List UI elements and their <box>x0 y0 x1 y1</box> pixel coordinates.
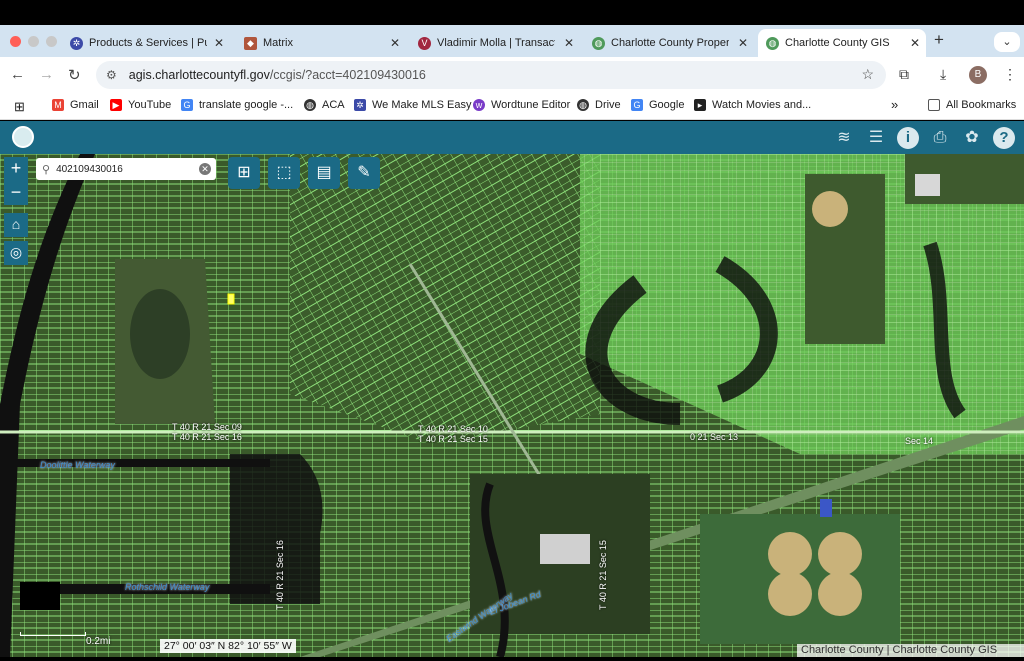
bookmarks-overflow-button[interactable]: » <box>891 97 898 112</box>
play-icon: ▸ <box>694 99 706 111</box>
browser-tab[interactable]: V Vladimir Molla | Transactic ✕ <box>410 29 580 57</box>
wordtune-icon: w <box>473 99 485 111</box>
map-label-sec09: T 40 R 21 Sec 09 <box>172 422 242 432</box>
browser-toolbar: ← → ↻ ⚙ agis.charlottecountyfl.gov/ccgis… <box>0 57 1024 93</box>
maximize-window-button[interactable] <box>46 36 57 47</box>
map-label-sec15: T 40 R 21 Sec 15 <box>418 434 488 444</box>
basemap-icon[interactable]: ✿ <box>961 127 983 149</box>
new-tab-button[interactable]: + <box>934 30 944 50</box>
youtube-icon: ▶ <box>110 99 122 111</box>
zoom-out-button[interactable]: − <box>4 181 28 205</box>
county-logo <box>12 126 34 148</box>
google-icon: G <box>181 99 193 111</box>
select-grid-tool[interactable]: ⊞ <box>228 157 260 189</box>
back-icon[interactable]: ← <box>10 66 25 83</box>
globe-icon: ◍ <box>304 99 316 111</box>
report-tool[interactable]: ▤ <box>308 157 340 189</box>
browser-tab-active[interactable]: ◍ Charlotte County GIS ✕ <box>758 29 926 57</box>
bookmark-aca[interactable]: ◍ ACA <box>304 99 345 111</box>
bookmark-wordtune[interactable]: w Wordtune Editor <box>473 99 570 111</box>
google-icon: G <box>631 99 643 111</box>
close-tab-icon[interactable]: ✕ <box>564 36 574 50</box>
close-tab-icon[interactable]: ✕ <box>738 36 748 50</box>
browser-tab[interactable]: ◆ Matrix ✕ <box>236 29 406 57</box>
forward-icon[interactable]: → <box>39 66 54 83</box>
site-info-icon[interactable]: ⚙ <box>106 68 117 82</box>
map-label-sec13: 0 21 Sec 13 <box>690 432 739 442</box>
parcel-search-input[interactable] <box>56 163 187 175</box>
browser-tab[interactable]: ✲ Products & Services | Pun ✕ <box>62 29 230 57</box>
apps-grid-icon[interactable]: ⊞ <box>14 99 25 115</box>
profile-avatar[interactable]: B <box>969 66 987 84</box>
legend-list-icon[interactable]: ☰ <box>865 127 887 149</box>
screen-top-bar <box>0 0 1024 25</box>
tab-title: Products & Services | Pun <box>89 37 207 49</box>
gear-icon: ✲ <box>70 36 83 50</box>
screen-bottom-bar <box>0 657 1024 661</box>
minimize-window-button[interactable] <box>28 36 39 47</box>
layers-icon[interactable]: ≋ <box>833 127 855 149</box>
globe-icon: ◍ <box>577 99 589 111</box>
bookmark-translate[interactable]: Gtranslate google -... <box>181 99 293 111</box>
download-icon[interactable]: ⤓ <box>940 66 946 83</box>
browser-tab-strip: ✲ Products & Services | Pun ✕ ◆ Matrix ✕… <box>0 25 1024 57</box>
folder-icon <box>928 99 940 111</box>
map-label-doolittle-waterway: Doolittle Waterway <box>40 460 115 470</box>
menu-icon[interactable]: ⋮ <box>1003 66 1017 83</box>
globe-icon: ◍ <box>766 36 779 50</box>
reload-icon[interactable]: ↻ <box>68 66 81 84</box>
bookmarks-bar: ⊞ M Gmail ▶ YouTube Gtranslate google -...… <box>0 93 1024 120</box>
home-icon[interactable]: ⌂ <box>4 213 28 237</box>
bookmark-star-icon[interactable]: ☆ <box>861 66 874 83</box>
browser-tab[interactable]: ◍ Charlotte County Propert ✕ <box>584 29 754 57</box>
map-label-sec15-vertical: T 40 R 21 Sec 15 <box>598 540 608 610</box>
address-url[interactable]: agis.charlottecountyfl.gov/ccgis/?acct=4… <box>129 68 426 82</box>
globe-icon: ◍ <box>592 36 605 50</box>
search-icon: ⚲ <box>42 163 51 176</box>
scale-bar <box>20 632 86 636</box>
close-tab-icon[interactable]: ✕ <box>214 36 224 50</box>
parcel-search-box[interactable]: ⚲ ✕ <box>36 158 216 180</box>
tab-title: Charlotte County GIS <box>785 37 890 49</box>
scale-label: 0.2mi <box>86 636 111 647</box>
bookmark-gmail[interactable]: M Gmail <box>52 99 99 111</box>
gmail-icon: M <box>52 99 64 111</box>
close-tab-icon[interactable]: ✕ <box>910 36 920 50</box>
address-bar[interactable]: ⚙ agis.charlottecountyfl.gov/ccgis/?acct… <box>96 61 886 89</box>
tab-title: Charlotte County Propert <box>611 37 729 49</box>
zoom-in-button[interactable]: + <box>4 157 28 181</box>
bookmark-drive[interactable]: ◍ Drive <box>577 99 621 111</box>
gear-icon: ✲ <box>354 99 366 111</box>
tab-title: Vladimir Molla | Transactic <box>437 37 555 49</box>
map-label-rothschild-waterway: Rothschild Waterway <box>125 582 210 592</box>
print-icon[interactable]: ⎙ <box>929 127 951 149</box>
clear-search-icon[interactable]: ✕ <box>199 163 211 175</box>
select-rectangle-tool[interactable]: ⬚ <box>268 157 300 189</box>
map-label-sec16: T 40 R 21 Sec 16 <box>172 432 242 442</box>
tab-title: Matrix <box>263 37 293 49</box>
info-icon[interactable]: i <box>897 127 919 149</box>
close-tab-icon[interactable]: ✕ <box>390 36 400 50</box>
tab-search-button[interactable]: ⌄ <box>994 32 1020 52</box>
bookmark-mls[interactable]: ✲ We Make MLS Easy <box>354 99 471 111</box>
bookmark-google[interactable]: G Google <box>631 99 684 111</box>
bookmark-youtube[interactable]: ▶ YouTube <box>110 99 171 111</box>
locate-icon[interactable]: ◎ <box>4 241 28 265</box>
map-label-sec16-vertical: T 40 R 21 Sec 16 <box>275 540 285 610</box>
map-attribution: Charlotte County | Charlotte County GIS <box>797 644 1024 657</box>
measure-tool[interactable]: ✎ <box>348 157 380 189</box>
map-label-sec14: Sec 14 <box>905 436 934 446</box>
map-label-sec10: T 40 R 21 Sec 10 <box>418 424 488 434</box>
bookmark-movies[interactable]: ▸ Watch Movies and... <box>694 99 811 111</box>
all-bookmarks-button[interactable]: All Bookmarks <box>928 99 1016 111</box>
coordinate-readout: 27° 00′ 03″ N 82° 10′ 55″ W <box>160 639 296 653</box>
help-icon[interactable]: ? <box>993 127 1015 149</box>
close-window-button[interactable] <box>10 36 21 47</box>
cube-icon: ◆ <box>244 36 257 50</box>
extensions-icon[interactable]: ⧉ <box>899 66 909 83</box>
v-logo-icon: V <box>418 36 431 50</box>
